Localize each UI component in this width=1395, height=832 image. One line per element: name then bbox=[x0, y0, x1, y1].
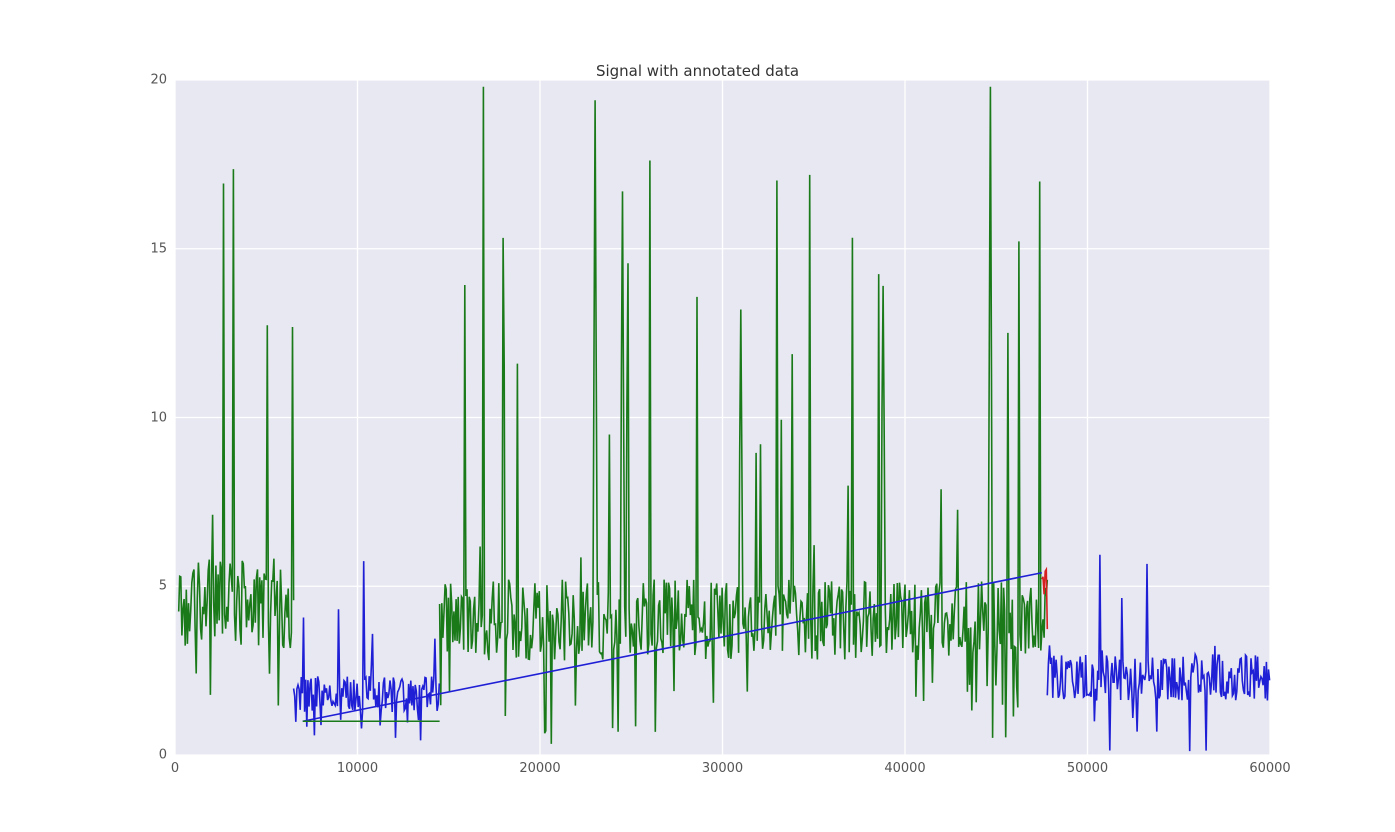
signal-segment bbox=[440, 87, 1048, 744]
x-tick-label: 30000 bbox=[702, 761, 743, 776]
x-tick-label: 10000 bbox=[337, 761, 378, 776]
y-tick-label: 15 bbox=[150, 241, 167, 256]
signal-segment bbox=[1047, 555, 1269, 751]
axes-area bbox=[175, 80, 1270, 755]
signal-segment bbox=[179, 169, 294, 705]
y-tick-label: 5 bbox=[159, 579, 167, 594]
figure: Signal with annotated data 0 10000 20000 30… bbox=[0, 0, 1395, 832]
x-tick-label: 40000 bbox=[884, 761, 925, 776]
x-tick-label: 20000 bbox=[519, 761, 560, 776]
chart-title: Signal with annotated data bbox=[0, 62, 1395, 80]
x-tick-label: 0 bbox=[171, 761, 179, 776]
y-tick-label: 10 bbox=[150, 410, 167, 425]
plot-svg bbox=[175, 80, 1270, 755]
y-tick-label: 20 bbox=[150, 73, 167, 88]
x-tick-label: 50000 bbox=[1067, 761, 1108, 776]
y-tick-label: 0 bbox=[159, 748, 167, 763]
x-tick-label: 60000 bbox=[1249, 761, 1290, 776]
signal-segment bbox=[294, 561, 440, 740]
